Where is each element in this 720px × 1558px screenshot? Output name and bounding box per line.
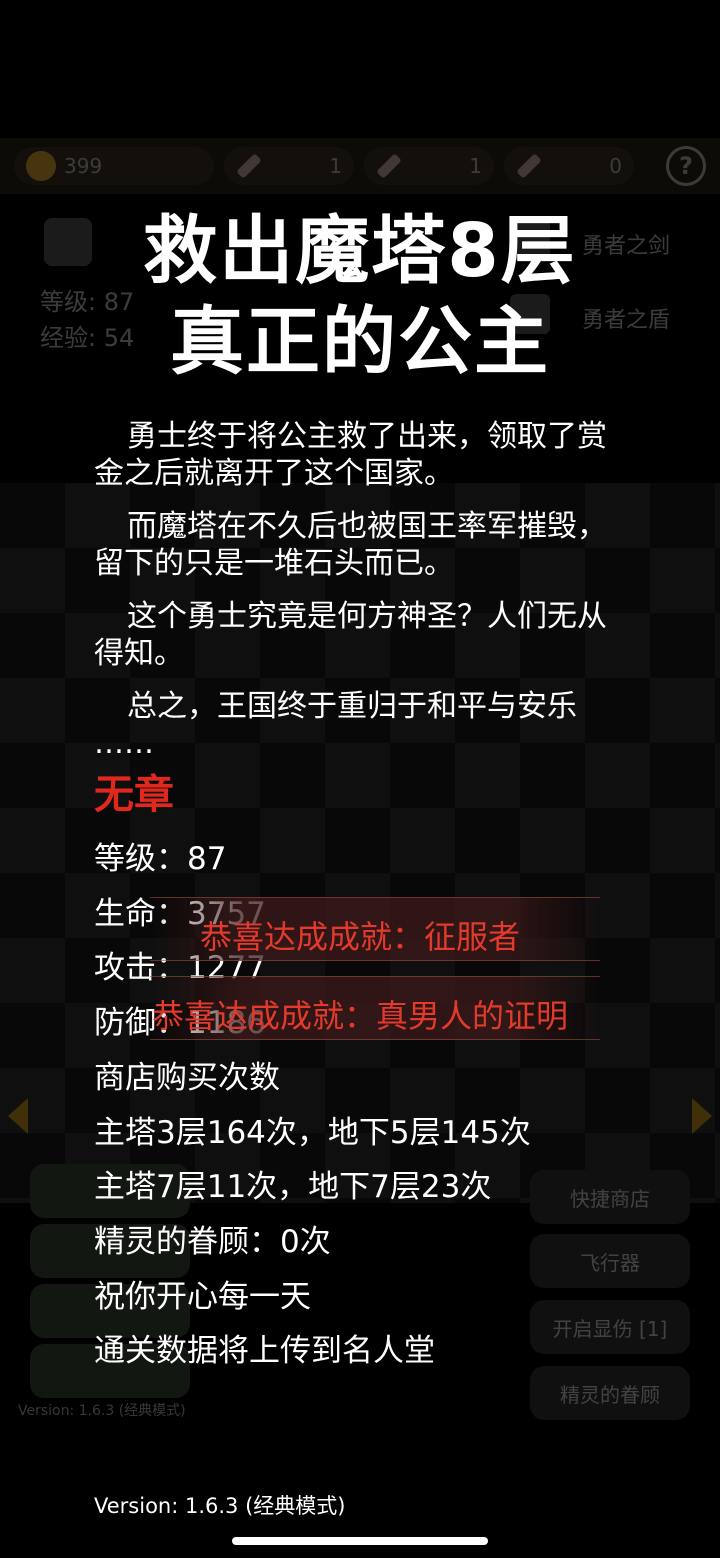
fairy-blessing-count: 精灵的眷顾：0次 bbox=[94, 1223, 331, 1260]
shop-count-line: 主塔7层11次，地下7层23次 bbox=[94, 1169, 492, 1206]
achievement-text: 恭喜达成成就：征服者 bbox=[199, 918, 520, 956]
fairy-blessing-button: 精灵的眷顾 bbox=[530, 1366, 690, 1420]
achievement-text: 恭喜达成成就：真男人的证明 bbox=[151, 997, 568, 1035]
resource-bar: 399 1 1 0 ? bbox=[0, 138, 720, 194]
story-paragraph: 而魔塔在不久后也被国王率军摧毁，留下的只是一堆石头而已。 bbox=[94, 509, 607, 581]
red-key-counter: 0 bbox=[504, 147, 634, 185]
arrow-left-icon bbox=[8, 1098, 28, 1134]
shop-count-line: 主塔3层164次，地下5层145次 bbox=[94, 1114, 531, 1151]
gold-counter: 399 bbox=[14, 147, 214, 185]
farewell-message: 祝你开心每一天 bbox=[94, 1278, 311, 1315]
stat-level: 等级：87 bbox=[94, 841, 227, 877]
key-icon bbox=[516, 153, 542, 179]
version-label: Version: 1.6.3 (经典模式) bbox=[94, 1494, 346, 1518]
story-ellipsis: …… bbox=[94, 726, 154, 761]
blue-key-counter: 1 bbox=[364, 147, 494, 185]
arrow-right-icon bbox=[692, 1098, 712, 1134]
story-paragraph: 勇士终于将公主救了出来，领取了赏金之后就离开了这个国家。 bbox=[94, 419, 607, 491]
player-rank: 无章 bbox=[94, 772, 174, 818]
show-damage-button: 开启显伤 [1] bbox=[530, 1300, 690, 1354]
key-icon bbox=[376, 153, 402, 179]
story-paragraph: 总之，王国终于重归于和平与安乐 bbox=[127, 689, 577, 724]
ending-title-line2: 真正的公主 bbox=[170, 299, 550, 385]
key-icon bbox=[236, 153, 262, 179]
ending-title-line1: 救出魔塔8层 bbox=[143, 208, 577, 294]
background-version: Version: 1.6.3 (经典模式) bbox=[18, 1403, 186, 1419]
ending-story: 勇士终于将公主救了出来，领取了赏金之后就离开了这个国家。 而魔塔在不久后也被国王… bbox=[94, 418, 634, 778]
story-paragraph: 这个勇士究竟是何方神圣？人们无从得知。 bbox=[94, 599, 607, 671]
home-indicator[interactable] bbox=[232, 1537, 488, 1545]
gold-value: 399 bbox=[64, 154, 103, 178]
coin-icon bbox=[26, 151, 56, 181]
upload-notice: 通关数据将上传到名人堂 bbox=[94, 1333, 435, 1370]
help-button[interactable]: ? bbox=[666, 146, 706, 186]
flyer-button: 飞行器 bbox=[530, 1234, 690, 1288]
shop-count-heading: 商店购买次数 bbox=[94, 1059, 280, 1096]
yellow-key-counter: 1 bbox=[224, 147, 354, 185]
quick-shop-button: 快捷商店 bbox=[530, 1170, 690, 1224]
